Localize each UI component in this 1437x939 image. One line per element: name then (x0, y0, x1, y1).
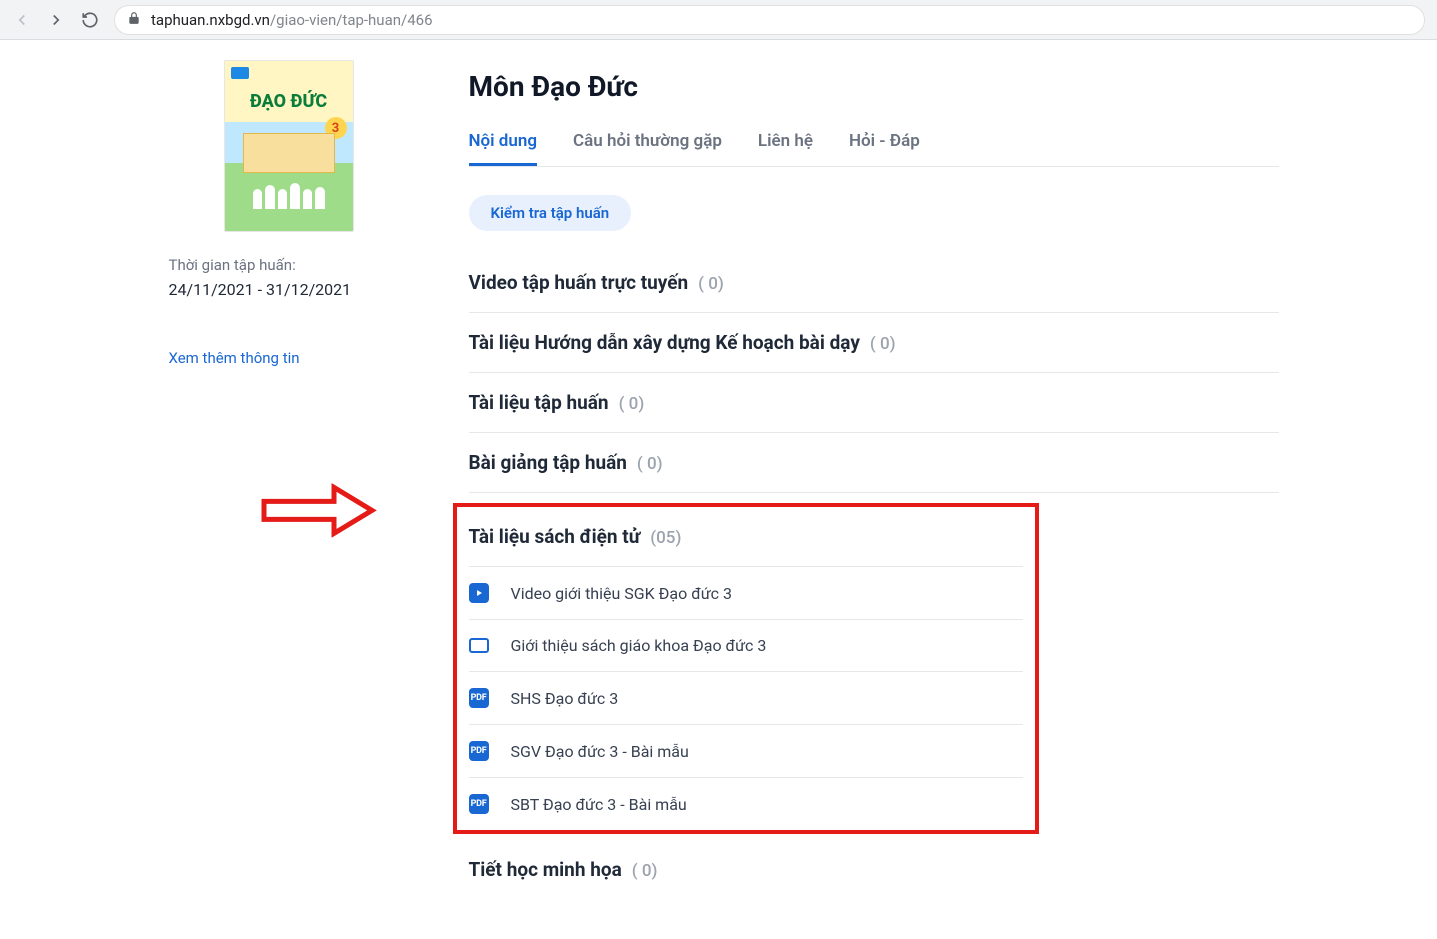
ebook-item-label: Video giới thiệu SGK Đạo đức 3 (511, 584, 733, 603)
video-play-icon (469, 583, 489, 603)
section-title: Tài liệu sách điện tử (469, 525, 641, 548)
section-title: Tiết học minh họa (469, 858, 622, 881)
ebook-item-sbt[interactable]: PDF SBT Đạo đức 3 - Bài mẫu (469, 778, 1023, 830)
section-count: ( 0) (637, 454, 663, 474)
ebook-item-label: SHS Đạo đức 3 (511, 689, 619, 708)
ebook-item-presentation[interactable]: Giới thiệu sách giáo khoa Đạo đức 3 (469, 620, 1023, 672)
main-content: Môn Đạo Đức Nội dung Câu hỏi thường gặp … (469, 60, 1319, 899)
section-count: ( 0) (870, 334, 896, 354)
ebook-item-sgv[interactable]: PDF SGV Đạo đức 3 - Bài mẫu (469, 725, 1023, 778)
check-training-button[interactable]: Kiểm tra tập huấn (469, 195, 632, 231)
section-count: ( 0) (619, 394, 645, 414)
tab-qa[interactable]: Hỏi - Đáp (849, 131, 920, 166)
annotation-arrow-icon (259, 483, 379, 541)
tab-content[interactable]: Nội dung (469, 131, 538, 166)
forward-button[interactable] (46, 10, 66, 30)
section-online-video[interactable]: Video tập huấn trực tuyến ( 0) (469, 253, 1279, 313)
section-training-docs[interactable]: Tài liệu tập huấn ( 0) (469, 373, 1279, 433)
tab-faq[interactable]: Câu hỏi thường gặp (573, 131, 722, 166)
book-cover-kids (253, 175, 325, 209)
section-training-lectures[interactable]: Bài giảng tập huấn ( 0) (469, 433, 1279, 493)
pdf-icon: PDF (469, 688, 489, 708)
url-text: taphuan.nxbgd.vn/giao-vien/tap-huan/466 (151, 11, 433, 29)
ebook-item-label: Giới thiệu sách giáo khoa Đạo đức 3 (511, 636, 767, 655)
publisher-logo-icon (231, 67, 249, 79)
presentation-icon (469, 638, 489, 653)
section-count: (05) (650, 528, 681, 548)
section-count: ( 0) (698, 274, 724, 294)
section-count: ( 0) (632, 861, 658, 881)
section-title: Video tập huấn trực tuyến (469, 271, 689, 294)
pdf-icon: PDF (469, 794, 489, 814)
book-cover-illustration (243, 133, 335, 173)
section-demo-lesson[interactable]: Tiết học minh họa ( 0) (469, 840, 1279, 899)
ebook-item-label: SBT Đạo đức 3 - Bài mẫu (511, 795, 687, 814)
tabs: Nội dung Câu hỏi thường gặp Liên hệ Hỏi … (469, 131, 1279, 167)
url-bar[interactable]: taphuan.nxbgd.vn/giao-vien/tap-huan/466 (114, 5, 1425, 35)
reload-button[interactable] (80, 10, 100, 30)
book-cover: ĐẠO ĐỨC 3 (224, 60, 354, 232)
sidebar: ĐẠO ĐỨC 3 Thời gian tập huấn: 24/11/2021… (119, 60, 409, 899)
page-title: Môn Đạo Đức (469, 70, 1279, 103)
ebook-item-shs[interactable]: PDF SHS Đạo đức 3 (469, 672, 1023, 725)
pdf-icon: PDF (469, 741, 489, 761)
section-ebooks[interactable]: Tài liệu sách điện tử (05) (469, 507, 1023, 567)
lock-icon (127, 11, 141, 29)
section-title: Tài liệu tập huấn (469, 391, 609, 414)
annotation-highlight-box: Tài liệu sách điện tử (05) Video giới th… (453, 503, 1039, 834)
training-period-label: Thời gian tập huấn: (169, 256, 409, 274)
tab-contact[interactable]: Liên hệ (758, 131, 813, 166)
section-lesson-plan-guide[interactable]: Tài liệu Hướng dẫn xây dựng Kế hoạch bài… (469, 313, 1279, 373)
section-title: Bài giảng tập huấn (469, 451, 627, 474)
ebook-item-video-intro[interactable]: Video giới thiệu SGK Đạo đức 3 (469, 567, 1023, 620)
section-title: Tài liệu Hướng dẫn xây dựng Kế hoạch bài… (469, 331, 860, 354)
browser-toolbar: taphuan.nxbgd.vn/giao-vien/tap-huan/466 (0, 0, 1437, 40)
back-button (12, 10, 32, 30)
ebook-item-label: SGV Đạo đức 3 - Bài mẫu (511, 742, 689, 761)
more-info-link[interactable]: Xem thêm thông tin (169, 349, 409, 367)
training-period-value: 24/11/2021 - 31/12/2021 (169, 280, 409, 299)
book-cover-title: ĐẠO ĐỨC (225, 91, 353, 112)
